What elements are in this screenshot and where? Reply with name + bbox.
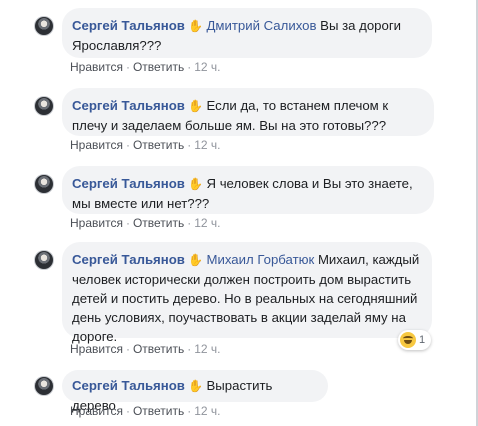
avatar[interactable] — [34, 96, 54, 116]
like-link[interactable]: Нравится — [70, 404, 123, 418]
like-link[interactable]: Нравится — [70, 60, 123, 74]
reply-link[interactable]: Ответить — [133, 60, 184, 74]
reaction-count: 1 — [419, 334, 426, 346]
comment-actions: Нравится · Ответить · 12 ч. — [70, 216, 221, 230]
avatar[interactable] — [34, 250, 54, 270]
reaction-badge[interactable]: 1 — [398, 330, 432, 350]
avatar[interactable] — [34, 16, 54, 36]
comment-actions: Нравится · Ответить · 12 ч. — [70, 342, 221, 356]
separator: · — [187, 138, 192, 152]
reply-link[interactable]: Ответить — [133, 404, 184, 418]
author-link[interactable]: Сергей Тальянов — [72, 18, 185, 33]
waving-hand-icon: ✋ — [184, 379, 207, 393]
comment-bubble: Сергей Тальянов ✋ Я человек слова и Вы э… — [62, 166, 434, 214]
comment-actions: Нравится · Ответить · 12 ч. — [70, 138, 221, 152]
comment-bubble: Сергей Тальянов ✋ Если да, то встанем пл… — [62, 88, 434, 136]
comment-actions: Нравится · Ответить · 12 ч. — [70, 404, 221, 418]
mention-link[interactable]: Михаил Горбатюк — [207, 252, 315, 267]
like-link[interactable]: Нравится — [70, 216, 123, 230]
comment-bubble: Сергей Тальянов ✋ Вырастить дерево — [62, 370, 328, 413]
separator: · — [187, 404, 192, 418]
timestamp-link[interactable]: 12 ч. — [194, 404, 220, 418]
comment-5: Сергей Тальянов ✋ Вырастить дерево Нрави… — [0, 370, 470, 422]
mention-link[interactable]: Дмитрий Салихов — [207, 18, 317, 33]
comment-3: Сергей Тальянов ✋ Я человек слова и Вы э… — [0, 166, 470, 236]
like-link[interactable]: Нравится — [70, 138, 123, 152]
separator: · — [125, 404, 130, 418]
comment-actions: Нравится · Ответить · 12 ч. — [70, 60, 221, 74]
reply-link[interactable]: Ответить — [133, 216, 184, 230]
comment-2: Сергей Тальянов ✋ Если да, то встанем пл… — [0, 88, 470, 158]
separator: · — [125, 60, 130, 74]
reply-link[interactable]: Ответить — [133, 138, 184, 152]
author-link[interactable]: Сергей Тальянов — [72, 176, 185, 191]
avatar[interactable] — [34, 376, 54, 396]
separator: · — [125, 342, 130, 356]
waving-hand-icon: ✋ — [184, 99, 207, 113]
reply-link[interactable]: Ответить — [133, 342, 184, 356]
separator: · — [125, 138, 130, 152]
separator: · — [187, 60, 192, 74]
author-link[interactable]: Сергей Тальянов — [72, 252, 185, 267]
separator: · — [187, 216, 192, 230]
timestamp-link[interactable]: 12 ч. — [194, 60, 220, 74]
separator: · — [187, 342, 192, 356]
laugh-reaction-icon — [400, 332, 416, 348]
like-link[interactable]: Нравится — [70, 342, 123, 356]
separator: · — [125, 216, 130, 230]
comment-bubble: Сергей Тальянов ✋ Михаил Горбатюк Михаил… — [62, 242, 432, 344]
waving-hand-icon: ✋ — [184, 19, 207, 33]
timestamp-link[interactable]: 12 ч. — [194, 138, 220, 152]
author-link[interactable]: Сергей Тальянов — [72, 98, 185, 113]
waving-hand-icon: ✋ — [184, 253, 207, 267]
timestamp-link[interactable]: 12 ч. — [194, 342, 220, 356]
avatar[interactable] — [34, 174, 54, 194]
waving-hand-icon: ✋ — [184, 177, 207, 191]
timestamp-link[interactable]: 12 ч. — [194, 216, 220, 230]
comment-1: Сергей Тальянов ✋ Дмитрий Салихов Вы за … — [0, 8, 470, 80]
comment-bubble: Сергей Тальянов ✋ Дмитрий Салихов Вы за … — [62, 8, 432, 58]
author-link[interactable]: Сергей Тальянов — [72, 378, 185, 393]
